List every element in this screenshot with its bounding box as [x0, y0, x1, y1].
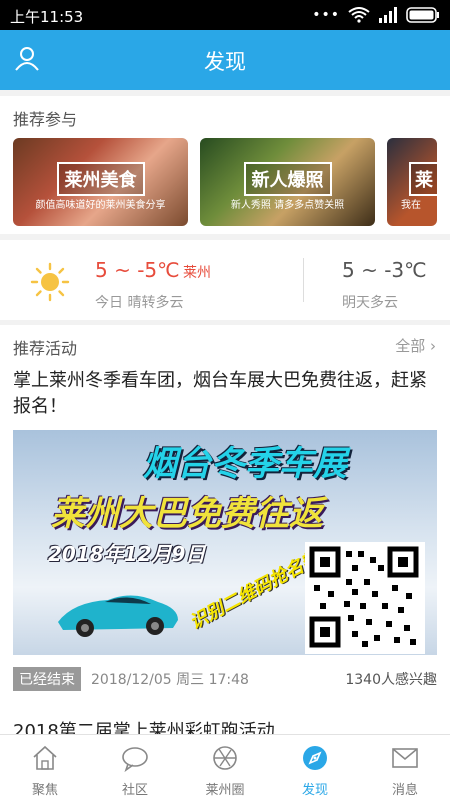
card-subtitle: 颜值高味道好的莱州美食分享 [35, 200, 166, 211]
view-all-link[interactable]: 全部 › [395, 335, 436, 356]
tab-community[interactable]: 社区 [90, 735, 180, 800]
tab-focus[interactable]: 聚焦 [0, 735, 90, 800]
weather-widget[interactable]: 5 ~ -5℃ 莱州 今日 晴转多云 5 ~ -3℃ 明天多云 [0, 240, 450, 320]
mail-icon [392, 748, 418, 768]
status-time: 上午11:53 [10, 8, 84, 26]
sports-car-icon [58, 595, 178, 637]
activity-date: 2018/12/05 周三 17:48 [91, 672, 249, 688]
aperture-icon [213, 746, 237, 770]
activity-title[interactable]: 掌上莱州冬季看车团，烟台车展大巴免费往返，赶紧报名！ [13, 368, 433, 420]
page-title: 发现 [204, 50, 246, 74]
banner-scan-text: 识别二维码抢名额 [186, 547, 324, 634]
tab-label: 聚焦 [31, 783, 58, 798]
today-description: 今日 晴转多云 [95, 295, 184, 311]
tab-label: 发现 [301, 783, 328, 798]
tab-label: 社区 [121, 783, 148, 798]
chat-icon [122, 747, 148, 772]
card-tag: 莱州美食 [56, 162, 145, 196]
tab-label: 消息 [391, 783, 418, 798]
banner-date: 2018年12月9日 [48, 542, 206, 566]
recommend-title: 推荐参与 [13, 110, 78, 129]
weather-divider [303, 258, 304, 302]
signal-icon [379, 7, 397, 23]
card-tag: 新人爆照 [243, 162, 332, 196]
system-icons: ••• [312, 7, 440, 23]
tab-laizhou-circle[interactable]: 莱州圈 [180, 735, 270, 800]
recommend-section: 推荐参与 莱州美食 颜值高味道好的莱州美食分享 新人爆照 新人秀照 请多多点赞关… [0, 96, 450, 234]
sun-icon [30, 262, 70, 306]
activity-meta: 已经结束 2018/12/05 周三 17:48 1340人感兴趣 [13, 667, 437, 691]
activities-section: 推荐活动 全部 › 掌上莱州冬季看车团，烟台车展大巴免费往返，赶紧报名！ 烟台冬… [0, 325, 450, 735]
app-header: 发现 [0, 30, 450, 90]
banner-line2: 莱州大巴免费往返 [51, 494, 323, 534]
tab-discover[interactable]: 发现 [270, 735, 360, 800]
tomorrow-temperature: 5 ~ -3℃ [342, 258, 427, 282]
next-activity-title[interactable]: 2018第二届掌上莱州彩虹跑活动 [13, 717, 275, 735]
wifi-icon [348, 7, 370, 23]
card-new-member[interactable]: 新人爆照 新人秀照 请多多点赞关照 [200, 138, 375, 226]
card-tag: 莱 [409, 162, 437, 196]
view-all-label: 全部 [395, 337, 426, 355]
qr-code [305, 542, 425, 654]
card-subtitle: 我在 [401, 200, 421, 211]
chevron-right-icon: › [430, 337, 436, 355]
today-temperature: 5 ~ -5℃ [95, 258, 180, 282]
card-subtitle: 新人秀照 请多多点赞关照 [230, 200, 345, 211]
battery-icon [406, 7, 439, 23]
card-third[interactable]: 莱 我在 [387, 138, 437, 226]
activities-title: 推荐活动 [13, 339, 78, 358]
home-icon [33, 745, 57, 770]
recommend-cards: 莱州美食 颜值高味道好的莱州美食分享 新人爆照 新人秀照 请多多点赞关照 莱 我… [13, 138, 437, 226]
status-badge: 已经结束 [13, 667, 81, 691]
banner-line1: 烟台冬季车展 [143, 444, 347, 484]
weather-city: 莱州 [183, 265, 211, 281]
status-bar: 上午11:53 ••• [0, 0, 450, 30]
tomorrow-description: 明天多云 [342, 295, 398, 311]
tab-messages[interactable]: 消息 [360, 735, 450, 800]
compass-icon [303, 746, 327, 770]
dots-icon: ••• [312, 7, 340, 23]
activity-banner[interactable]: 烟台冬季车展 莱州大巴免费往返 2018年12月9日 识别二维码抢名额 [13, 430, 437, 655]
card-laizhou-food[interactable]: 莱州美食 颜值高味道好的莱州美食分享 [13, 138, 188, 226]
interest-count: 1340人感兴趣 [345, 672, 437, 688]
bottom-tab-bar: 聚焦 社区 莱州圈 发现 消息 [0, 734, 450, 800]
tab-label: 莱州圈 [205, 783, 245, 798]
